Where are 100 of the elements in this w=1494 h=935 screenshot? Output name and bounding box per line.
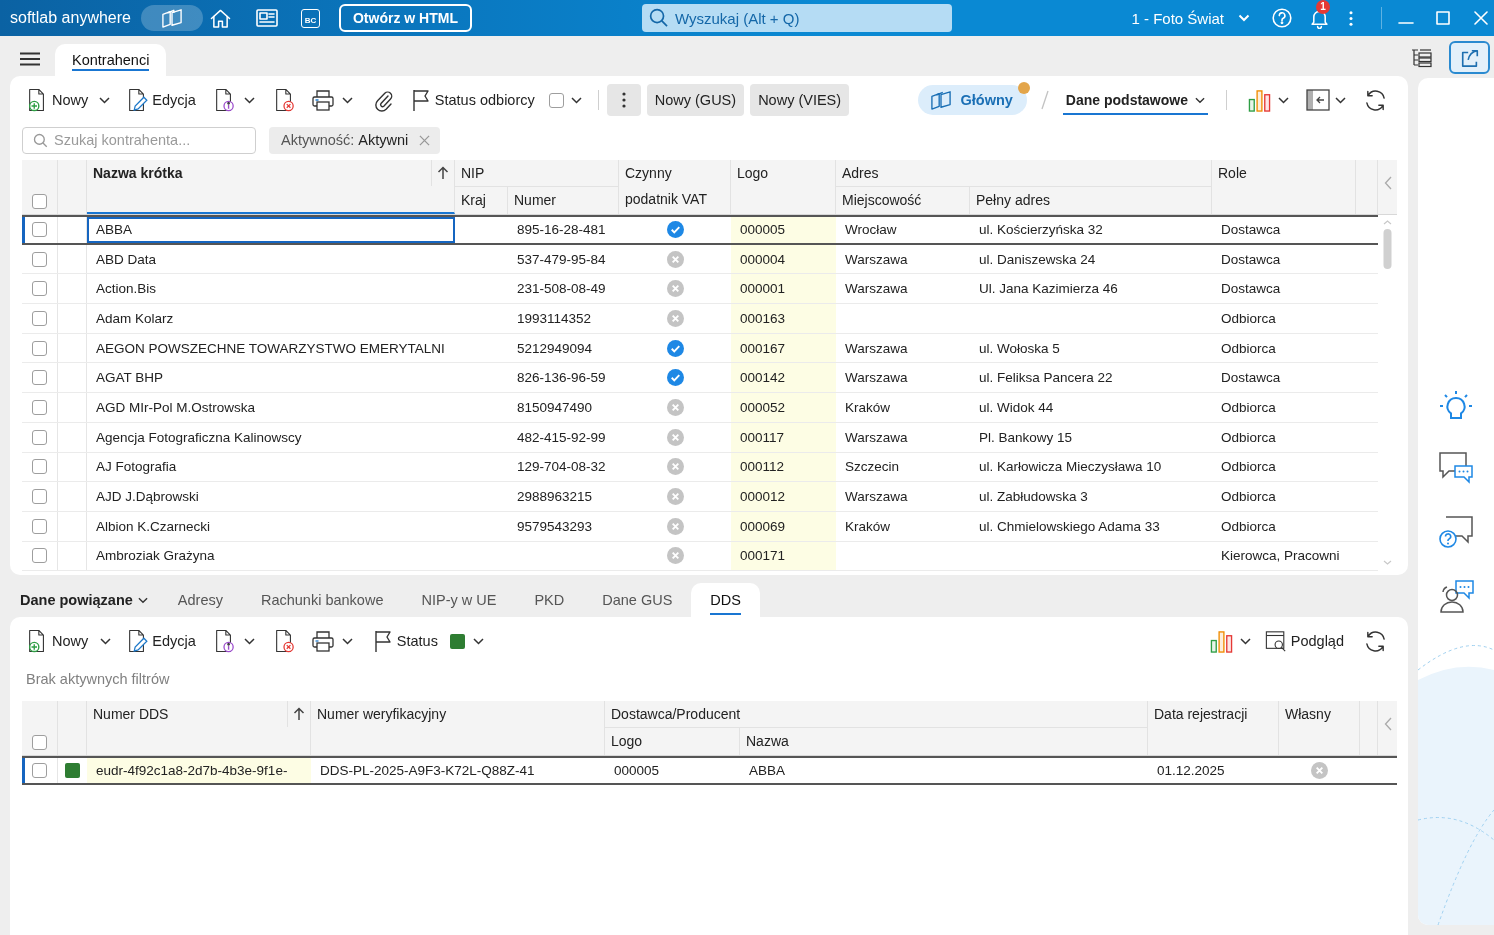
checkbox[interactable] (32, 459, 47, 475)
checkbox[interactable] (32, 763, 47, 778)
chevron-down-icon[interactable] (99, 96, 111, 104)
tab[interactable]: PKD (515, 583, 584, 617)
refresh-icon[interactable] (1364, 629, 1387, 653)
printer-icon[interactable] (310, 88, 335, 112)
help-chat-icon[interactable] (1438, 515, 1474, 549)
column-header[interactable]: Role (1212, 160, 1356, 214)
column-header[interactable]: Własny (1279, 701, 1360, 755)
help-icon[interactable] (1272, 8, 1292, 28)
column-header[interactable]: Adres (836, 160, 1212, 187)
checkbox[interactable] (32, 340, 47, 356)
table-row[interactable]: ABD Data 537-479-95-84 000004 Warszawa ul. Daniszewska 24 Dostawca (22, 244, 1378, 275)
column-header[interactable]: Czynny podatnik VAT (619, 160, 731, 214)
chevron-down-icon[interactable] (243, 96, 255, 104)
people-chat-icon[interactable] (1438, 579, 1474, 613)
column-header[interactable]: NIP (455, 160, 619, 187)
column-header[interactable]: Nazwa krótka (87, 160, 455, 214)
tab[interactable]: Kontrahenci (55, 44, 167, 76)
checkbox[interactable] (32, 429, 47, 445)
home-icon[interactable] (209, 8, 231, 28)
column-header[interactable]: Numer weryfikacyjny (311, 701, 605, 755)
column-header[interactable]: Nazwa (740, 728, 1148, 755)
edit-button[interactable]: Edycja (126, 88, 196, 112)
status-button[interactable]: Status odbiorcy (410, 88, 535, 112)
chevron-down-icon[interactable] (1335, 96, 1346, 104)
tab[interactable]: DDS (691, 583, 760, 617)
maximize-icon[interactable] (1436, 11, 1450, 25)
checkbox[interactable] (32, 194, 47, 209)
checkbox[interactable] (32, 222, 47, 238)
color-swatch-icon[interactable] (449, 633, 465, 649)
new-button[interactable]: Nowy (26, 629, 89, 653)
column-header[interactable]: Data rejestracji (1148, 701, 1279, 755)
tab[interactable]: NIP-y w UE (402, 583, 516, 617)
newspaper-icon[interactable] (255, 9, 278, 27)
search-field[interactable]: Szukaj kontrahenta... (22, 126, 256, 154)
column-header[interactable]: Logo (731, 160, 836, 214)
column-header[interactable]: Pełny adres (970, 187, 1212, 214)
table-row[interactable]: AJD J.Dąbrowski 2988963215 000012 Warszawa ul. Zabłudowska 3 Odbiorca (22, 482, 1378, 512)
chevron-down-icon[interactable] (472, 637, 484, 645)
list-tree-icon[interactable] (1410, 48, 1432, 68)
table-row[interactable]: ABBA 895-16-28-481 000005 Wrocław ul. Kościerzyńska 32 Dostawca (22, 215, 1378, 245)
table-row[interactable]: Agencja Fotograficzna Kalinowscy 482-415-92-99 000117 Warszawa Pl. Bankowy 15 Odbiorca (22, 422, 1378, 453)
table-row[interactable]: AGAT BHP 826-136-96-59 000142 Warszawa ul. Feliksa Pancera 22 Dostawca (22, 363, 1378, 394)
checkbox[interactable] (32, 548, 47, 564)
checkbox[interactable] (32, 310, 47, 326)
chevron-down-icon[interactable] (341, 96, 353, 104)
chevron-down-icon[interactable] (1278, 96, 1289, 104)
open-html-button[interactable]: Otwórz w HTML (338, 4, 472, 32)
menu-icon[interactable] (20, 52, 40, 66)
table-row[interactable]: AJ Fotografia 129-704-08-32 000112 Szczecin ul. Karłowicza Mieczysława 10 Odbiorca (22, 452, 1378, 483)
chat-icon[interactable] (1438, 451, 1474, 485)
column-header[interactable]: Dostawca/Producent (605, 701, 1148, 728)
column-header[interactable]: Numer DDS (87, 701, 311, 755)
chevron-down-icon[interactable] (100, 637, 112, 645)
new-button[interactable]: Nowy (26, 88, 89, 112)
tab[interactable]: Dane GUS (583, 583, 692, 617)
more-button[interactable] (606, 84, 641, 116)
checkbox[interactable] (32, 281, 47, 297)
column-header[interactable]: Logo (605, 728, 740, 755)
new-gus-button[interactable]: Nowy (GUS) (646, 84, 745, 116)
table-row[interactable]: Ambroziak Grażyna 000171 Kierowca, Pracowni (22, 541, 1378, 572)
checkbox[interactable] (32, 251, 47, 267)
search-field[interactable]: Wyszukaj (Alt + Q) (641, 4, 952, 32)
layers-button[interactable] (140, 5, 203, 31)
arrow-up-icon[interactable] (437, 166, 449, 180)
refresh-icon[interactable] (1364, 88, 1387, 112)
arrow-up-icon[interactable] (293, 707, 305, 721)
checkbox[interactable] (32, 735, 47, 750)
table-row[interactable]: Albion K.Czarnecki 9579543293 000069 Kraków ul. Chmielowskiego Adama 33 Odbiorca (22, 511, 1378, 542)
checkbox[interactable] (548, 92, 564, 108)
close-icon[interactable] (419, 134, 431, 146)
column-header[interactable]: Numer (508, 187, 619, 214)
printer-icon[interactable] (310, 629, 335, 653)
checkbox[interactable] (32, 399, 47, 415)
section-dropdown[interactable]: Dane powiązane (10, 583, 148, 617)
bar-chart-icon[interactable] (1209, 629, 1233, 653)
tab[interactable]: Adresy (158, 583, 242, 617)
column-header[interactable]: Miejscowość (836, 187, 970, 214)
layout-dropdown[interactable]: Dane podstawowe (1062, 85, 1208, 115)
more-icon[interactable] (1348, 9, 1354, 27)
column-header[interactable]: Kraj (455, 187, 508, 214)
chevron-down-icon[interactable] (243, 637, 255, 645)
checkbox[interactable] (32, 518, 47, 534)
bc-button[interactable]: BC (300, 8, 320, 28)
bar-chart-icon[interactable] (1248, 88, 1271, 112)
status-button[interactable]: Status (372, 629, 438, 653)
edit-button[interactable]: Edycja (126, 629, 196, 653)
new-vies-button[interactable]: Nowy (VIES) (750, 84, 850, 116)
view-button[interactable]: Główny (918, 85, 1027, 115)
company-dropdown[interactable]: 1 - Foto Świat (1131, 9, 1250, 27)
chevron-down-icon[interactable] (341, 637, 353, 645)
chevron-down-icon[interactable] (570, 96, 582, 104)
minimize-icon[interactable] (1398, 21, 1414, 25)
table-row[interactable]: AEGON POWSZECHNE TOWARZYSTWO EMERYTALNI 5212949094 000167 Warszawa ul. Wołoska 5 Odbiorca (22, 333, 1378, 364)
share-button[interactable] (1449, 41, 1490, 74)
paperclip-icon[interactable] (372, 88, 393, 112)
chevron-down-icon[interactable] (1239, 637, 1251, 645)
tab[interactable]: Rachunki bankowe (241, 583, 403, 617)
table-row[interactable]: Adam Kolarz 1993114352 000163 Odbiorca (22, 304, 1378, 334)
